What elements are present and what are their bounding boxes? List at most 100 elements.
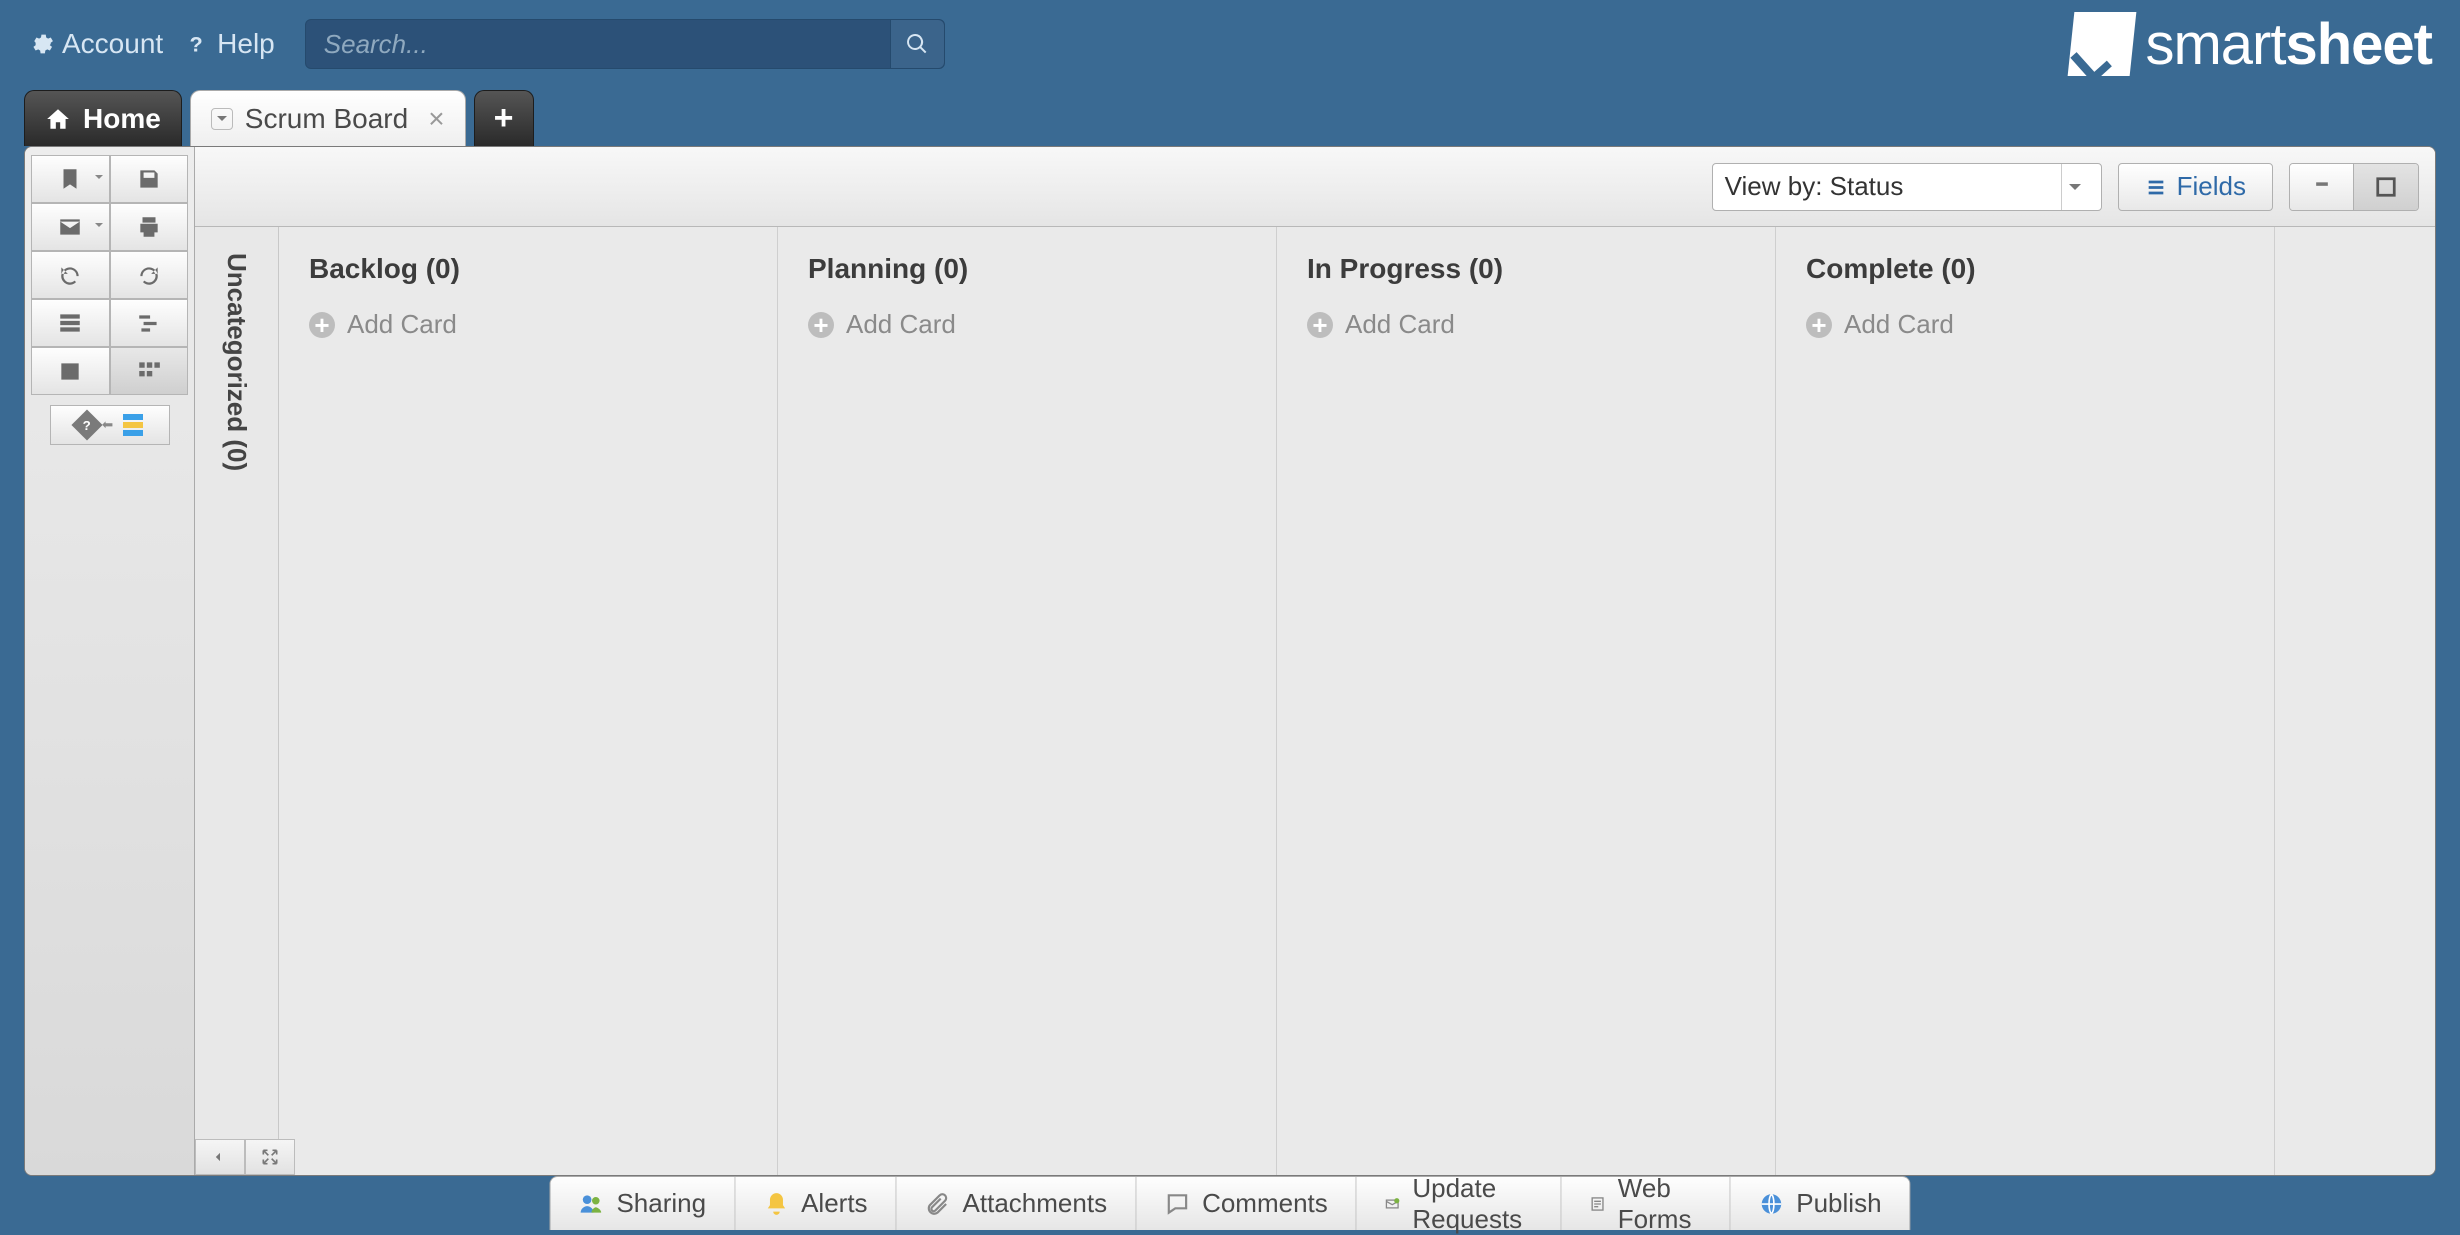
help-label: Help: [217, 28, 275, 60]
home-label: Home: [83, 103, 161, 135]
add-card-button[interactable]: + Add Card: [309, 309, 747, 340]
bottom-left-controls: [195, 1139, 295, 1175]
lane-title: Complete (0): [1806, 253, 2244, 285]
gantt-view-button[interactable]: [110, 299, 189, 347]
add-card-label: Add Card: [1345, 309, 1455, 340]
sharing-label: Sharing: [616, 1188, 706, 1219]
save-icon: [136, 166, 162, 192]
web-forms-button[interactable]: Web Forms: [1562, 1177, 1731, 1230]
top-bar: Account ? Help smartsheet: [0, 0, 2460, 88]
color-bars-icon: [123, 414, 143, 436]
fields-button[interactable]: Fields: [2118, 163, 2273, 211]
plus-icon: +: [1307, 312, 1333, 338]
gear-icon: [28, 31, 54, 57]
form-icon: [1590, 1191, 1606, 1217]
layout-toggle: [2289, 163, 2419, 211]
lane-complete: Complete (0) + Add Card: [1776, 227, 2275, 1175]
diamond-icon: ?: [71, 409, 102, 440]
lane-backlog: Backlog (0) + Add Card: [279, 227, 778, 1175]
collapse-icon: [210, 1147, 230, 1167]
card-view-button[interactable]: [110, 347, 189, 395]
attachments-label: Attachments: [963, 1188, 1108, 1219]
grid-icon: [57, 310, 83, 336]
collapse-button[interactable]: [195, 1139, 245, 1175]
search-box: [305, 19, 945, 69]
calendar-view-button[interactable]: 31: [31, 347, 110, 395]
envelope-arrow-icon: [1385, 1191, 1401, 1217]
view-by-select[interactable]: View by: Status: [1712, 163, 2102, 211]
sharing-button[interactable]: Sharing: [550, 1177, 735, 1230]
comments-button[interactable]: Comments: [1136, 1177, 1357, 1230]
globe-icon: [1758, 1191, 1784, 1217]
brand-text: smartsheet: [2145, 11, 2432, 78]
help-link[interactable]: ? Help: [183, 28, 275, 60]
svg-text:?: ?: [190, 32, 203, 57]
gantt-icon: [136, 310, 162, 336]
compact-layout-button[interactable]: [2290, 164, 2354, 210]
full-layout-button[interactable]: [2354, 164, 2418, 210]
home-icon: [45, 106, 71, 132]
full-icon: [2375, 176, 2397, 198]
grid-view-button[interactable]: [31, 299, 110, 347]
mail-button[interactable]: [31, 203, 110, 251]
sheet-tab[interactable]: Scrum Board ×: [190, 90, 466, 146]
kanban-board: Uncategorized (0) Backlog (0) + Add Card…: [195, 227, 2435, 1175]
bookmark-button[interactable]: [31, 155, 110, 203]
check-icon: [2068, 12, 2137, 76]
publish-button[interactable]: Publish: [1730, 1177, 1909, 1230]
search-input[interactable]: [306, 29, 890, 60]
tab-label: Scrum Board: [245, 103, 408, 135]
lane-planning: Planning (0) + Add Card: [778, 227, 1277, 1175]
highlight-button[interactable]: ? ⬅: [50, 405, 170, 445]
content-area: View by: Status Fields Uncategorized (0): [195, 147, 2435, 1175]
update-requests-label: Update Requests: [1412, 1173, 1532, 1235]
undo-button[interactable]: [31, 251, 110, 299]
lane-title: In Progress (0): [1307, 253, 1745, 285]
chevron-down-icon: [2061, 164, 2089, 210]
lane-title: Backlog (0): [309, 253, 747, 285]
new-tab-button[interactable]: +: [474, 90, 534, 146]
list-icon: [2145, 176, 2167, 198]
view-by-label: View by: Status: [1725, 171, 1904, 202]
add-card-button[interactable]: + Add Card: [1307, 309, 1745, 340]
web-forms-label: Web Forms: [1618, 1173, 1701, 1235]
add-card-label: Add Card: [1844, 309, 1954, 340]
tab-menu-icon[interactable]: [211, 108, 233, 130]
close-icon[interactable]: ×: [428, 105, 444, 133]
publish-label: Publish: [1796, 1188, 1881, 1219]
comment-icon: [1164, 1191, 1190, 1217]
calendar-icon: 31: [57, 358, 83, 384]
add-card-label: Add Card: [347, 309, 457, 340]
undo-icon: [57, 262, 83, 288]
uncategorized-column[interactable]: Uncategorized (0): [195, 227, 279, 1175]
paperclip-icon: [925, 1191, 951, 1217]
alerts-button[interactable]: Alerts: [735, 1177, 896, 1230]
lanes-container: Backlog (0) + Add Card Planning (0) + Ad…: [279, 227, 2435, 1175]
comments-label: Comments: [1202, 1188, 1328, 1219]
search-button[interactable]: [890, 20, 944, 68]
expand-button[interactable]: [245, 1139, 295, 1175]
home-tab[interactable]: Home: [24, 90, 182, 146]
redo-icon: [136, 262, 162, 288]
bell-icon: [763, 1191, 789, 1217]
account-link[interactable]: Account: [28, 28, 163, 60]
help-icon: ?: [183, 31, 209, 57]
people-icon: [578, 1191, 604, 1217]
redo-button[interactable]: [110, 251, 189, 299]
bookmark-icon: [57, 166, 83, 192]
add-card-button[interactable]: + Add Card: [1806, 309, 2244, 340]
tab-strip: Home Scrum Board × +: [0, 88, 2460, 146]
attachments-button[interactable]: Attachments: [897, 1177, 1137, 1230]
card-icon: [136, 358, 162, 384]
print-icon: [136, 214, 162, 240]
bottom-toolbar: Sharing Alerts Attachments Comments Upda…: [549, 1176, 1910, 1230]
update-requests-button[interactable]: Update Requests: [1357, 1177, 1562, 1230]
save-button[interactable]: [110, 155, 189, 203]
print-button[interactable]: [110, 203, 189, 251]
left-toolbar: 31 ? ⬅: [25, 147, 195, 1175]
add-card-button[interactable]: + Add Card: [808, 309, 1246, 340]
plus-icon: +: [494, 99, 514, 138]
lane-blank: [2275, 227, 2435, 1175]
account-label: Account: [62, 28, 163, 60]
alerts-label: Alerts: [801, 1188, 867, 1219]
